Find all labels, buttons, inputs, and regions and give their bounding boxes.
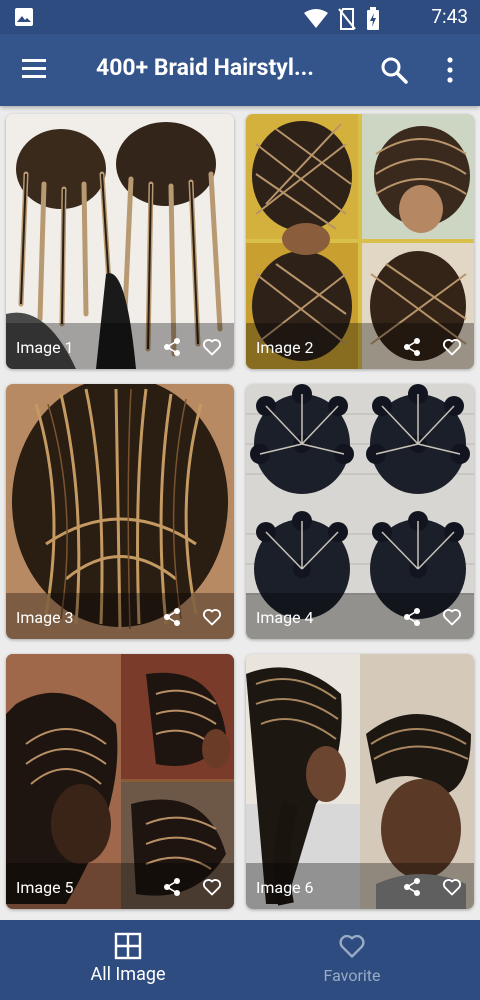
heart-icon[interactable] [442, 337, 462, 357]
menu-icon[interactable] [20, 54, 54, 86]
grid-icon [114, 932, 142, 960]
image-card[interactable]: Image 6 [246, 654, 474, 909]
image-label: Image 1 [16, 338, 74, 357]
heart-icon [338, 932, 366, 960]
heart-icon[interactable] [202, 607, 222, 627]
wifi-icon [304, 9, 328, 33]
image-label: Image 2 [256, 338, 314, 357]
nav-label: All Image [90, 964, 166, 985]
bottom-navigation: All Image Favorite [0, 920, 480, 1000]
nav-label: Favorite [323, 966, 381, 985]
no-sim-icon [338, 8, 356, 34]
share-icon[interactable] [162, 607, 182, 627]
image-label: Image 4 [256, 608, 314, 627]
image-label: Image 5 [16, 878, 74, 897]
image-label: Image 3 [16, 608, 74, 627]
share-icon[interactable] [402, 877, 422, 897]
more-vert-icon[interactable] [440, 56, 460, 84]
clock: 7:43 [431, 5, 468, 28]
heart-icon[interactable] [442, 877, 462, 897]
image-label: Image 6 [256, 878, 314, 897]
share-icon[interactable] [402, 337, 422, 357]
image-card[interactable]: Image 1 [6, 114, 234, 369]
image-card[interactable]: Image 4 [246, 384, 474, 639]
search-icon[interactable] [380, 56, 408, 84]
heart-icon[interactable] [442, 607, 462, 627]
status-bar: 7:43 [0, 0, 480, 34]
nav-favorite[interactable]: Favorite [232, 920, 472, 1000]
system-icons [304, 7, 380, 35]
share-icon[interactable] [402, 607, 422, 627]
image-card[interactable]: Image 2 [246, 114, 474, 369]
share-icon[interactable] [162, 337, 182, 357]
heart-icon[interactable] [202, 877, 222, 897]
gallery-icon [14, 7, 34, 31]
image-card[interactable]: Image 5 [6, 654, 234, 909]
image-card[interactable]: Image 3 [6, 384, 234, 639]
image-grid: Image 1 Image 2 Image 3 Image 4 Image 5 … [0, 106, 480, 920]
share-icon[interactable] [162, 877, 182, 897]
heart-icon[interactable] [202, 337, 222, 357]
battery-charging-icon [366, 7, 380, 35]
nav-all-image[interactable]: All Image [8, 920, 248, 1000]
page-title: 400+ Braid Hairstyl... [96, 54, 314, 81]
app-bar: 400+ Braid Hairstyl... [0, 34, 480, 106]
